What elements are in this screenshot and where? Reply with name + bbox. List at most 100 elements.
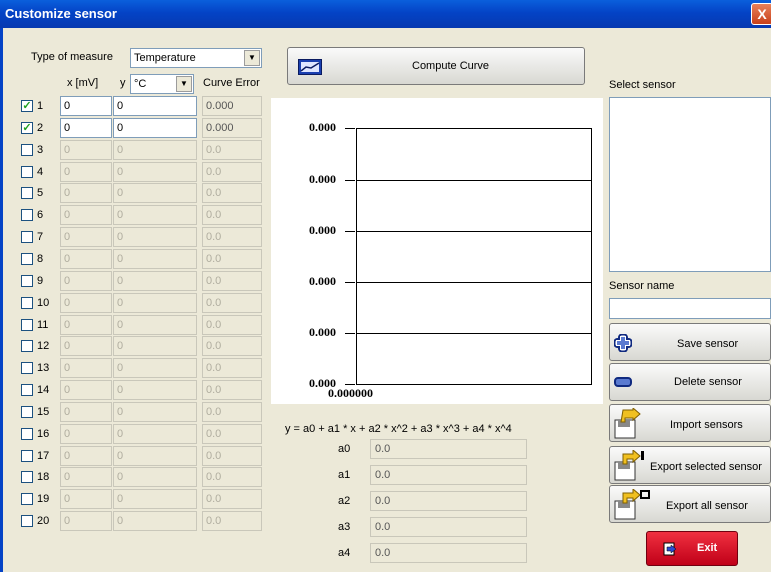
x-input[interactable]: 0 [60, 161, 112, 182]
x-input[interactable]: 0 [60, 183, 112, 204]
row-checkbox[interactable] [21, 296, 33, 309]
x-input[interactable]: 0 [60, 336, 112, 357]
plus-icon [614, 334, 632, 352]
export-all-button[interactable]: Export all sensor [609, 485, 771, 523]
exit-button[interactable]: Exit [646, 531, 738, 566]
y-tick-mark [345, 231, 355, 232]
x-input[interactable]: 0 [60, 117, 112, 138]
row-checkbox[interactable]: ✓ [21, 100, 33, 112]
y-tick-label: 0.000 [309, 223, 336, 237]
y-input[interactable]: 0 [113, 183, 197, 204]
coefficient-name: a0 [338, 443, 351, 455]
row-number: 14 [37, 384, 50, 397]
x-input[interactable]: 0 [60, 467, 112, 488]
exit-label: Exit [697, 542, 718, 554]
x-input[interactable]: 0 [60, 314, 112, 335]
curve-error-value: 0.0 [202, 161, 262, 182]
y-input[interactable]: 0 [113, 423, 197, 444]
row-checkbox[interactable] [21, 427, 33, 440]
y-input[interactable]: 0 [113, 401, 197, 422]
y-input[interactable]: 0 [113, 511, 197, 532]
sensor-name-label: Sensor name [609, 280, 675, 292]
y-input[interactable]: 0 [113, 96, 197, 116]
close-button[interactable]: X [751, 3, 771, 25]
row-checkbox[interactable] [21, 187, 33, 200]
x-input[interactable]: 0 [60, 248, 112, 269]
y-input[interactable]: 0 [113, 205, 197, 226]
y-unit-select[interactable]: °C ▼ [130, 74, 194, 94]
row-checkbox[interactable] [21, 231, 33, 244]
y-input[interactable]: 0 [113, 489, 197, 510]
row-checkbox[interactable] [21, 515, 33, 528]
x-input[interactable]: 0 [60, 380, 112, 401]
curve-error-value: 0.0 [202, 205, 262, 226]
y-input[interactable]: 0 [113, 139, 197, 160]
row-checkbox[interactable] [21, 362, 33, 375]
y-input[interactable]: 0 [113, 467, 197, 488]
import-sensors-button[interactable]: Import sensors [609, 404, 771, 442]
row-checkbox[interactable] [21, 274, 33, 287]
coefficient-name: a4 [338, 547, 351, 559]
row-checkbox[interactable] [21, 449, 33, 462]
x-input[interactable]: 0 [60, 423, 112, 444]
curve-error-value: 0.0 [202, 423, 262, 444]
x-input[interactable]: 0 [60, 227, 112, 248]
y-input[interactable]: 0 [113, 314, 197, 335]
measure-label: Type of measure [31, 51, 113, 63]
row-checkbox[interactable] [21, 209, 33, 222]
curve-error-value: 0.0 [202, 270, 262, 291]
export-selected-button[interactable]: Export selected sensor [609, 446, 771, 484]
row-checkbox[interactable] [21, 384, 33, 397]
x-input[interactable]: 0 [60, 96, 112, 116]
row-number: 9 [37, 274, 44, 287]
x-input[interactable]: 0 [60, 401, 112, 422]
y-input[interactable]: 0 [113, 445, 197, 466]
y-input[interactable]: 0 [113, 117, 197, 138]
row-number: 3 [37, 143, 44, 156]
y-input[interactable]: 0 [113, 161, 197, 182]
y-input[interactable]: 0 [113, 248, 197, 269]
plot-area [356, 128, 592, 384]
save-sensor-button[interactable]: Save sensor [609, 323, 771, 361]
row-checkbox[interactable] [21, 471, 33, 484]
x-input[interactable]: 0 [60, 511, 112, 532]
row-checkbox[interactable] [21, 405, 33, 418]
row-checkbox[interactable] [21, 252, 33, 265]
chevron-down-icon: ▼ [176, 76, 192, 92]
y-input[interactable]: 0 [113, 336, 197, 357]
row-checkbox[interactable] [21, 143, 33, 156]
row-number: 8 [37, 252, 44, 265]
curve-error-value: 0.0 [202, 183, 262, 204]
row-checkbox[interactable] [21, 340, 33, 353]
row-checkbox[interactable] [21, 318, 33, 331]
y-input[interactable]: 0 [113, 358, 197, 379]
curve-error-header: Curve Error [203, 77, 260, 89]
compute-curve-button[interactable]: Compute Curve [287, 47, 585, 85]
coefficient-value: 0.0 [370, 517, 527, 537]
row-checkbox[interactable] [21, 165, 33, 178]
export-selected-icon [614, 450, 644, 481]
x-input[interactable]: 0 [60, 445, 112, 466]
y-input[interactable]: 0 [113, 292, 197, 313]
curve-error-value: 0.0 [202, 139, 262, 160]
delete-sensor-button[interactable]: Delete sensor [609, 363, 771, 401]
y-tick-mark [345, 333, 355, 334]
row-checkbox[interactable] [21, 493, 33, 506]
curve-error-value: 0.0 [202, 292, 262, 313]
x-input[interactable]: 0 [60, 489, 112, 510]
sensor-list[interactable] [609, 97, 771, 272]
measure-select[interactable]: Temperature ▼ [130, 48, 262, 68]
row-number: 13 [37, 362, 50, 375]
y-input[interactable]: 0 [113, 270, 197, 291]
row-checkbox[interactable]: ✓ [21, 121, 33, 134]
y-input[interactable]: 0 [113, 227, 197, 248]
minus-icon [614, 377, 632, 387]
y-input[interactable]: 0 [113, 380, 197, 401]
x-input[interactable]: 0 [60, 270, 112, 291]
x-input[interactable]: 0 [60, 139, 112, 160]
sensor-name-input[interactable] [609, 298, 771, 319]
x-input[interactable]: 0 [60, 205, 112, 226]
x-input[interactable]: 0 [60, 358, 112, 379]
row-number: 10 [37, 296, 50, 309]
x-input[interactable]: 0 [60, 292, 112, 313]
